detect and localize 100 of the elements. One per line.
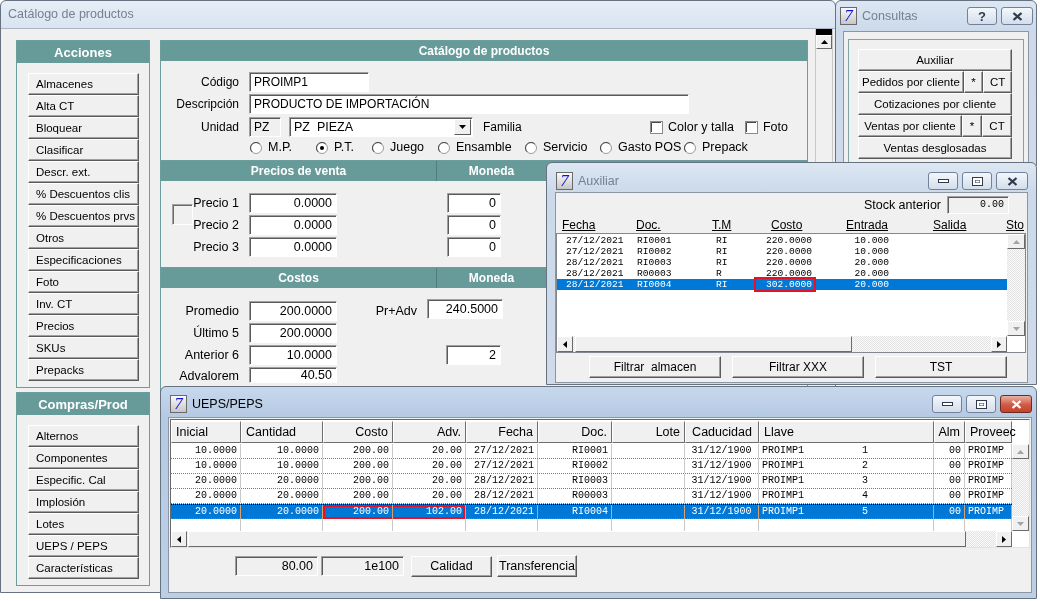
query-option-button[interactable]: * [962,115,982,137]
close-button[interactable] [996,172,1028,190]
query-button[interactable]: Ventas por cliente [858,115,962,137]
scrollbar-thumb[interactable] [575,336,852,352]
currency-field[interactable]: 0 [447,237,501,257]
vertical-scrollbar[interactable] [1007,234,1025,336]
column-header[interactable]: Entrada [846,218,933,233]
column-header[interactable]: Doc. [538,421,612,443]
action-button[interactable]: Otros [28,227,139,249]
minimize-button[interactable] [928,172,958,190]
close-button[interactable] [1001,7,1033,25]
column-header[interactable]: Lote [612,421,685,443]
radio-button[interactable]: Prepack [684,140,748,155]
action-button[interactable]: % Descuentos prvs [28,205,139,227]
number-field[interactable]: 0.0000 [249,193,337,213]
table-row[interactable]: 20.0000 20.0000 200.00 20.00 28/12/2021 RI0003 31/12/1900 PROIMP1 3 00 PROIMP [171,474,1012,489]
radio-button[interactable]: M.P. [250,140,316,155]
radio-button[interactable]: Gasto POS [600,140,684,155]
column-header[interactable]: Doc. [636,218,712,233]
scroll-left-button[interactable] [171,531,187,547]
minimize-button[interactable] [932,395,962,413]
action-button[interactable]: Lotes [28,513,139,535]
number-field[interactable]: 10.0000 [249,345,337,365]
action-button[interactable]: Calidad [411,555,492,577]
number-field[interactable]: 0.00 [947,195,1009,214]
number-field[interactable]: 0.0000 [249,237,337,257]
text-field[interactable]: PRODUCTO DE IMPORTACIÓN [249,94,689,114]
close-button[interactable] [1000,395,1032,413]
action-button[interactable]: Especific. Cal [28,469,139,491]
action-button[interactable]: Alternos [28,425,139,447]
column-header[interactable]: Salida [933,218,1006,233]
vertical-scrollbar[interactable] [1012,444,1029,531]
action-button[interactable]: Especificaciones [28,249,139,271]
unit-code-field[interactable]: PZ [249,117,281,137]
table-row[interactable]: 10.0000 10.0000 200.00 20.00 27/12/2021 RI0002 31/12/1900 PROIMP1 2 00 PROIMP [171,459,1012,474]
column-header[interactable]: Llave [759,421,934,443]
column-header[interactable]: Inicial [171,421,241,443]
table-row[interactable]: 28/12/2021 RI0003 RI 220.0000 20.000 [557,257,1007,268]
table-row[interactable]: 27/12/2021 RI0001 RI 220.0000 10.000 [557,235,1007,246]
radio-button[interactable]: Ensamble [438,140,525,155]
action-button[interactable]: Características [28,557,139,579]
action-button[interactable]: Prepacks [28,359,139,381]
maximize-button[interactable] [966,395,996,413]
column-header[interactable]: Alm [934,421,965,443]
radio-button[interactable]: Servicio [525,140,600,155]
action-button[interactable]: Transferencia [497,555,577,577]
text-field[interactable]: PROIMP1 [249,72,369,92]
query-button[interactable]: Ventas desglosadas [858,137,1012,159]
checkbox[interactable]: Color y talla [650,120,734,134]
column-header[interactable]: Fecha [466,421,538,443]
action-button[interactable]: Almacenes [28,73,139,95]
query-button[interactable]: Auxiliar [858,49,1012,71]
radio-button[interactable]: P.T. [316,140,372,155]
query-button[interactable]: Pedidos por cliente [858,71,964,93]
filter-button[interactable]: TST [875,356,1007,378]
action-button[interactable]: Alta CT [28,95,139,117]
currency-field[interactable]: 0 [447,193,501,213]
total-field[interactable]: 80.00 [235,556,318,576]
query-option-button[interactable]: CT [982,115,1012,137]
number-field[interactable]: 200.0000 [249,301,337,321]
filter-button[interactable]: Filtrar almacen [589,356,721,378]
scroll-down-button[interactable] [1007,321,1025,336]
action-button[interactable]: Implosión [28,491,139,513]
scroll-left-button[interactable] [557,336,573,352]
horizontal-scrollbar[interactable] [557,336,1007,352]
currency-field[interactable]: 0 [447,215,501,235]
dropdown-button[interactable] [454,119,471,135]
column-header[interactable]: Cantidad [241,421,323,443]
filter-button[interactable]: Filtrar XXX [732,356,864,378]
action-button[interactable]: Foto [28,271,139,293]
scroll-right-button[interactable] [991,336,1007,352]
column-header[interactable]: Costo [771,218,846,233]
column-header[interactable]: Fecha [562,218,636,233]
scroll-up-button[interactable] [816,35,832,49]
action-button[interactable]: UEPS / PEPS [28,535,139,557]
vertical-scrollbar[interactable] [815,29,833,163]
column-header[interactable]: T.M [712,218,771,233]
column-header[interactable]: Adv. [393,421,466,443]
action-button[interactable]: Inv. CT [28,293,139,315]
query-option-button[interactable]: CT [983,71,1012,93]
table-row[interactable]: 28/12/2021 RI0004 RI 302.0000 20.000 [557,279,1007,290]
number-field[interactable]: 200.0000 [249,323,337,343]
action-button[interactable]: % Descuentos clis [28,183,139,205]
action-button[interactable]: SKUs [28,337,139,359]
checkbox[interactable]: Foto [745,120,788,134]
help-button[interactable]: ? [967,7,997,25]
column-header[interactable]: Costo [323,421,393,443]
scroll-down-button[interactable] [1012,516,1029,531]
total-field[interactable]: 1e100 [321,556,404,576]
table-row[interactable]: 27/12/2021 RI0002 RI 220.0000 10.000 [557,246,1007,257]
number-field[interactable]: 0.0000 [249,215,337,235]
currency-field[interactable]: 2 [446,345,501,365]
action-button[interactable]: Componentes [28,447,139,469]
unit-dropdown[interactable]: PZ PIEZA [289,117,473,137]
action-button[interactable]: Clasificar [28,139,139,161]
action-button[interactable]: Descr. ext. [28,161,139,183]
query-button[interactable]: Cotizaciones por cliente [858,93,1012,115]
column-header[interactable]: Sto [1006,218,1026,233]
query-option-button[interactable]: * [963,71,984,93]
table-row[interactable]: 10.0000 10.0000 200.00 20.00 27/12/2021 RI0001 31/12/1900 PROIMP1 1 00 PROIMP [171,444,1012,459]
